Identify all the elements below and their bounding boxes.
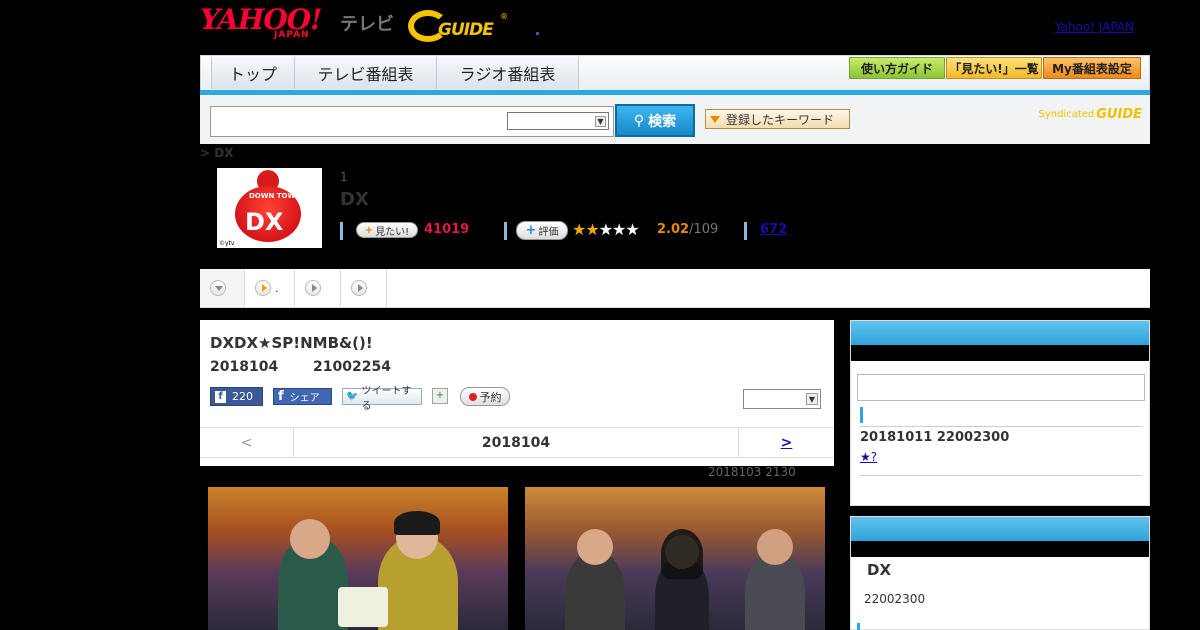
- episode-photo-1[interactable]: [208, 487, 508, 630]
- facebook-share-button[interactable]: f シェア: [273, 388, 332, 405]
- yahoo-japan-logo-text: JAPAN: [274, 30, 310, 40]
- page-wrapper: YAHOO! JAPAN テレビ GUIDE ® Yahoo! JAPAN トッ…: [200, 0, 1150, 630]
- play-icon: [255, 280, 271, 296]
- sidebar-input[interactable]: [857, 374, 1145, 401]
- sidebar-header: [851, 517, 1149, 541]
- decorative-dot: [536, 32, 539, 35]
- search-icon: ⚲: [633, 112, 645, 129]
- play-icon: [305, 280, 321, 296]
- search-button[interactable]: ⚲ 検索: [615, 104, 695, 137]
- next-broadcast-datetime: 20181011 22002300: [860, 430, 1010, 445]
- global-nav: トップ テレビ番組表 ラジオ番組表 使い方ガイド 「見たい!」一覧 My番組表設…: [200, 55, 1150, 91]
- program-stats: + 見たい! 41019 + 評価 ★★★★★ 2.02/109 672: [340, 220, 940, 242]
- next-broadcast-link[interactable]: ★?: [860, 450, 877, 464]
- program-title: DX: [340, 189, 369, 210]
- facebook-icon: f: [278, 389, 284, 404]
- episode-date: 2018104: [210, 359, 279, 375]
- subtab-4[interactable]: [341, 269, 387, 307]
- search-genre-select[interactable]: ▼: [507, 112, 609, 130]
- plus-icon: +: [525, 223, 537, 238]
- sidebar-accent: [857, 623, 860, 630]
- social-buttons: f 220 f シェア 🐦 ツイートする + 予約: [210, 386, 610, 412]
- divider: [860, 475, 1142, 476]
- sidebar-related: DX 22002300: [850, 516, 1150, 630]
- mitai-button[interactable]: + 見たい!: [356, 222, 418, 238]
- pager-next[interactable]: >: [738, 428, 834, 457]
- episode-time: 21002254: [313, 359, 391, 375]
- add-calendar-icon[interactable]: +: [432, 388, 448, 404]
- sidebar-accent: [860, 407, 863, 423]
- facebook-count-button[interactable]: f 220: [210, 387, 263, 406]
- star-icon: ★: [625, 220, 639, 239]
- my-schedule-settings-button[interactable]: My番組表設定: [1043, 57, 1141, 79]
- subtab-2[interactable]: .: [245, 269, 295, 307]
- divider: [340, 222, 343, 240]
- star-icon: ★: [612, 220, 626, 239]
- nav-tab-top[interactable]: トップ: [211, 57, 295, 89]
- rating-stars: ★★★★★: [572, 220, 640, 239]
- rating-score: 2.02/109: [657, 222, 719, 237]
- episode-count: 1: [340, 170, 348, 184]
- reserve-button[interactable]: 予約: [460, 387, 510, 406]
- divider: [860, 426, 1142, 427]
- updated-timestamp: 2018103 2130: [708, 465, 796, 479]
- sidebar-header: [851, 321, 1149, 345]
- yahoo-japan-link[interactable]: Yahoo! JAPAN: [1055, 20, 1134, 34]
- tv-label[interactable]: テレビ: [340, 10, 394, 36]
- chevron-down-icon: ▼: [806, 393, 818, 405]
- plus-icon: +: [364, 224, 374, 236]
- episode-panel: DXDX★SP!NMB&()! 2018104 21002254 f 220 f…: [200, 320, 834, 466]
- nav-tab-tv-schedule[interactable]: テレビ番組表: [295, 57, 437, 89]
- triangle-down-icon: [710, 115, 720, 123]
- star-icon: ★: [598, 220, 613, 239]
- related-program-title[interactable]: DX: [867, 561, 891, 579]
- chevron-down-icon: ▼: [595, 116, 606, 127]
- mitai-count: 41019: [424, 222, 470, 237]
- review-count-link[interactable]: 672: [760, 222, 787, 237]
- chevron-down-icon: [210, 280, 226, 296]
- divider: [744, 222, 747, 240]
- subtab-3[interactable]: [295, 269, 341, 307]
- syndicated-gguide-logo: Syndicated GUIDE: [1038, 107, 1142, 122]
- star-icon: ★: [572, 220, 586, 239]
- facebook-icon: f: [215, 390, 226, 403]
- divider: [504, 222, 507, 240]
- related-program-time: 22002300: [864, 592, 926, 606]
- sidebar-next-broadcast: 20181011 22002300 ★?: [850, 320, 1150, 506]
- rate-button[interactable]: + 評価: [516, 221, 568, 240]
- saved-keywords-button[interactable]: 登録したキーワード: [705, 109, 850, 129]
- episode-pager: < 2018104 >: [200, 427, 834, 458]
- gguide-logo[interactable]: GUIDE ®: [408, 8, 508, 46]
- episode-select[interactable]: ▼: [743, 389, 821, 409]
- tweet-button[interactable]: 🐦 ツイートする: [342, 386, 422, 412]
- record-icon: [468, 392, 477, 401]
- mitai-list-button[interactable]: 「見たい!」一覧: [946, 57, 1042, 79]
- subtab-current[interactable]: [200, 269, 245, 307]
- pager-prev: <: [200, 428, 294, 457]
- episode-title: DXDX★SP!NMB&()!: [210, 334, 373, 352]
- nav-tab-radio-schedule[interactable]: ラジオ番組表: [437, 57, 579, 89]
- usage-guide-button[interactable]: 使い方ガイド: [849, 57, 945, 79]
- header: YAHOO! JAPAN テレビ GUIDE ® Yahoo! JAPAN: [200, 4, 1150, 48]
- star-icon: ★: [585, 220, 599, 239]
- program-subtabs: .: [200, 269, 1150, 308]
- episode-photo-2[interactable]: [525, 487, 825, 630]
- twitter-bird-icon: 🐦: [346, 391, 359, 402]
- search-bar: ▼ ⚲ 検索 登録したキーワード Syndicated GUIDE: [200, 95, 1150, 144]
- program-thumbnail: DOWN TOWN DX ©ytv: [217, 168, 322, 248]
- play-icon: [351, 280, 367, 296]
- breadcrumb[interactable]: > DX: [200, 146, 233, 160]
- pager-date: 2018104: [481, 434, 551, 451]
